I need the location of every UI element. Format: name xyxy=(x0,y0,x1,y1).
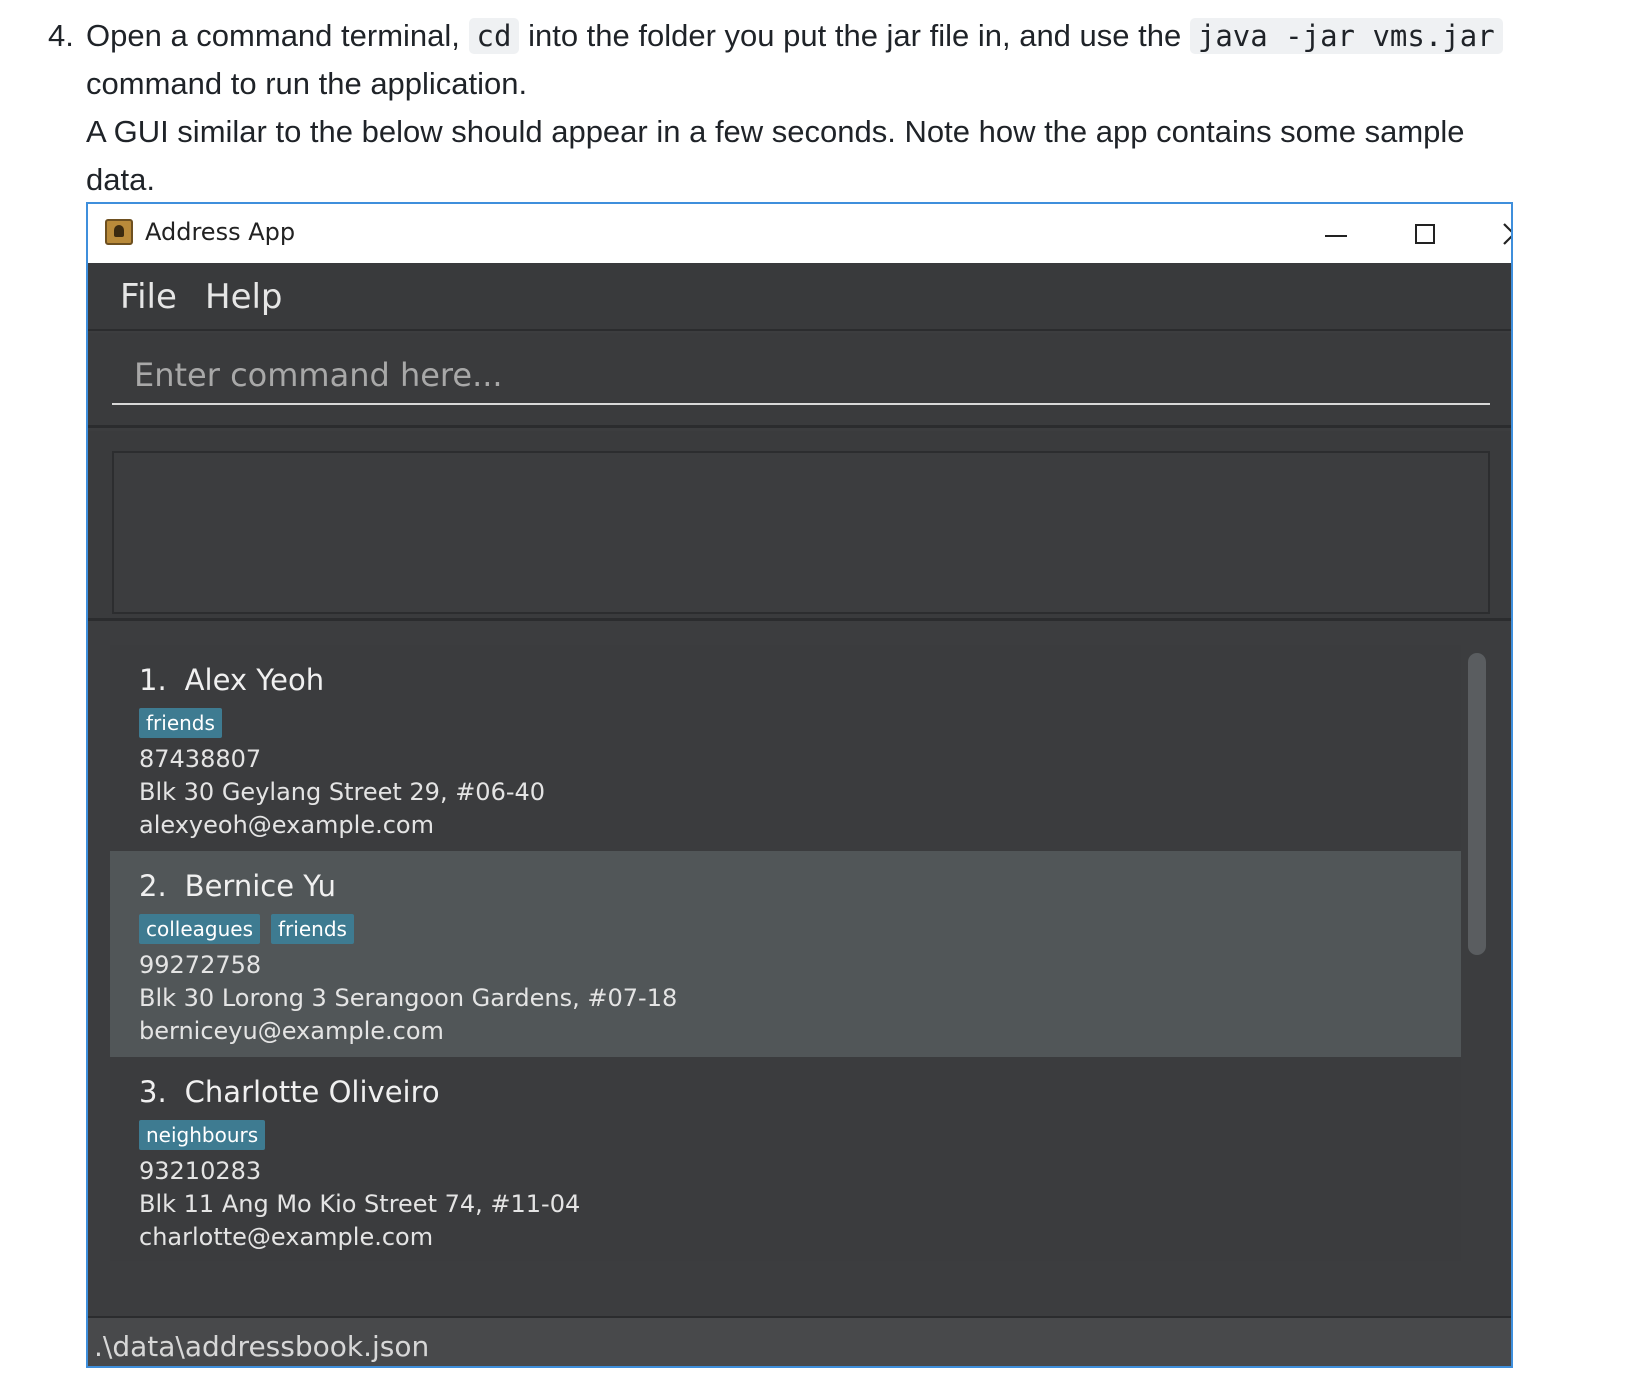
close-button[interactable] xyxy=(1479,204,1511,263)
title-bar[interactable]: Address App xyxy=(88,204,1511,263)
person-phone: 93210283 xyxy=(139,1157,262,1185)
step-text-part: command to run the application. xyxy=(86,66,528,101)
tag-label: colleagues xyxy=(139,914,261,944)
status-bar: .\data\addressbook.json xyxy=(88,1316,1511,1366)
app-window: Address App File Help 1. Alex Yeoh xyxy=(86,202,1513,1368)
list-scrollbar[interactable] xyxy=(1463,645,1491,1261)
person-phone: 99272758 xyxy=(139,951,262,979)
scrollbar-thumb[interactable] xyxy=(1468,653,1486,955)
step-text-part: Open a command terminal, xyxy=(86,18,460,53)
step-text: Open a command terminal, cd into the fol… xyxy=(86,12,1528,204)
step-text-part: A GUI similar to the below should appear… xyxy=(86,114,1465,197)
save-location-status: .\data\addressbook.json xyxy=(94,1330,430,1363)
person-name: Bernice Yu xyxy=(184,869,337,903)
command-box xyxy=(88,333,1511,428)
step-number: 4. xyxy=(48,18,74,53)
person-name-row: 3. Charlotte Oliveiro xyxy=(139,1075,1461,1115)
maximize-icon xyxy=(1415,223,1435,244)
instruction-step: 4. Open a command terminal, cd into the … xyxy=(48,12,1528,204)
person-index: 1. xyxy=(139,663,167,697)
person-list[interactable]: 1. Alex Yeoh friends 87438807 Blk 30 Geyl… xyxy=(110,645,1461,1261)
maximize-button[interactable] xyxy=(1390,204,1460,263)
tag-list: friends xyxy=(139,703,1461,743)
person-name-row: 2. Bernice Yu xyxy=(139,869,1461,909)
person-address: Blk 11 Ang Mo Kio Street 74, #11-04 xyxy=(139,1190,581,1218)
tag-label: friends xyxy=(271,914,354,944)
person-email: berniceyu@example.com xyxy=(139,1017,444,1045)
person-email: alexyeoh@example.com xyxy=(139,811,434,839)
person-phone: 87438807 xyxy=(139,745,262,773)
inline-code: java -jar vms.jar xyxy=(1189,18,1503,54)
person-index: 3. xyxy=(139,1075,167,1109)
tag-list: neighbours xyxy=(139,1115,1461,1155)
result-display[interactable] xyxy=(112,451,1490,614)
person-address: Blk 30 Lorong 3 Serangoon Gardens, #07-1… xyxy=(139,984,678,1012)
inline-code: cd xyxy=(468,18,520,54)
person-card[interactable]: 3. Charlotte Oliveiro neighbours 93210283… xyxy=(110,1057,1461,1261)
person-card[interactable]: 1. Alex Yeoh friends 87438807 Blk 30 Geyl… xyxy=(110,645,1461,851)
person-card[interactable]: 2. Bernice Yu colleagues friends 99272758 … xyxy=(110,851,1461,1057)
step-text-part: into the folder you put the jar file in,… xyxy=(528,18,1182,53)
person-name-row: 1. Alex Yeoh xyxy=(139,663,1461,703)
address-book-icon xyxy=(105,219,133,245)
menu-help[interactable]: Help xyxy=(205,277,283,317)
person-address: Blk 30 Geylang Street 29, #06-40 xyxy=(139,778,546,806)
command-input[interactable] xyxy=(112,347,1490,405)
person-name: Alex Yeoh xyxy=(184,663,325,697)
minimize-icon xyxy=(1325,234,1347,237)
menu-file[interactable]: File xyxy=(120,277,177,317)
minimize-button[interactable] xyxy=(1301,204,1371,263)
person-list-panel: 1. Alex Yeoh friends 87438807 Blk 30 Geyl… xyxy=(88,624,1511,1284)
menu-bar: File Help xyxy=(88,263,1511,331)
person-email: charlotte@example.com xyxy=(139,1223,434,1251)
tag-list: colleagues friends xyxy=(139,909,1461,949)
tag-label: friends xyxy=(139,708,222,738)
tag-label: neighbours xyxy=(139,1120,266,1150)
person-index: 2. xyxy=(139,869,167,903)
window-title: Address App xyxy=(145,218,296,246)
close-icon xyxy=(1503,222,1511,245)
result-display-panel xyxy=(88,431,1511,621)
person-name: Charlotte Oliveiro xyxy=(184,1075,440,1109)
